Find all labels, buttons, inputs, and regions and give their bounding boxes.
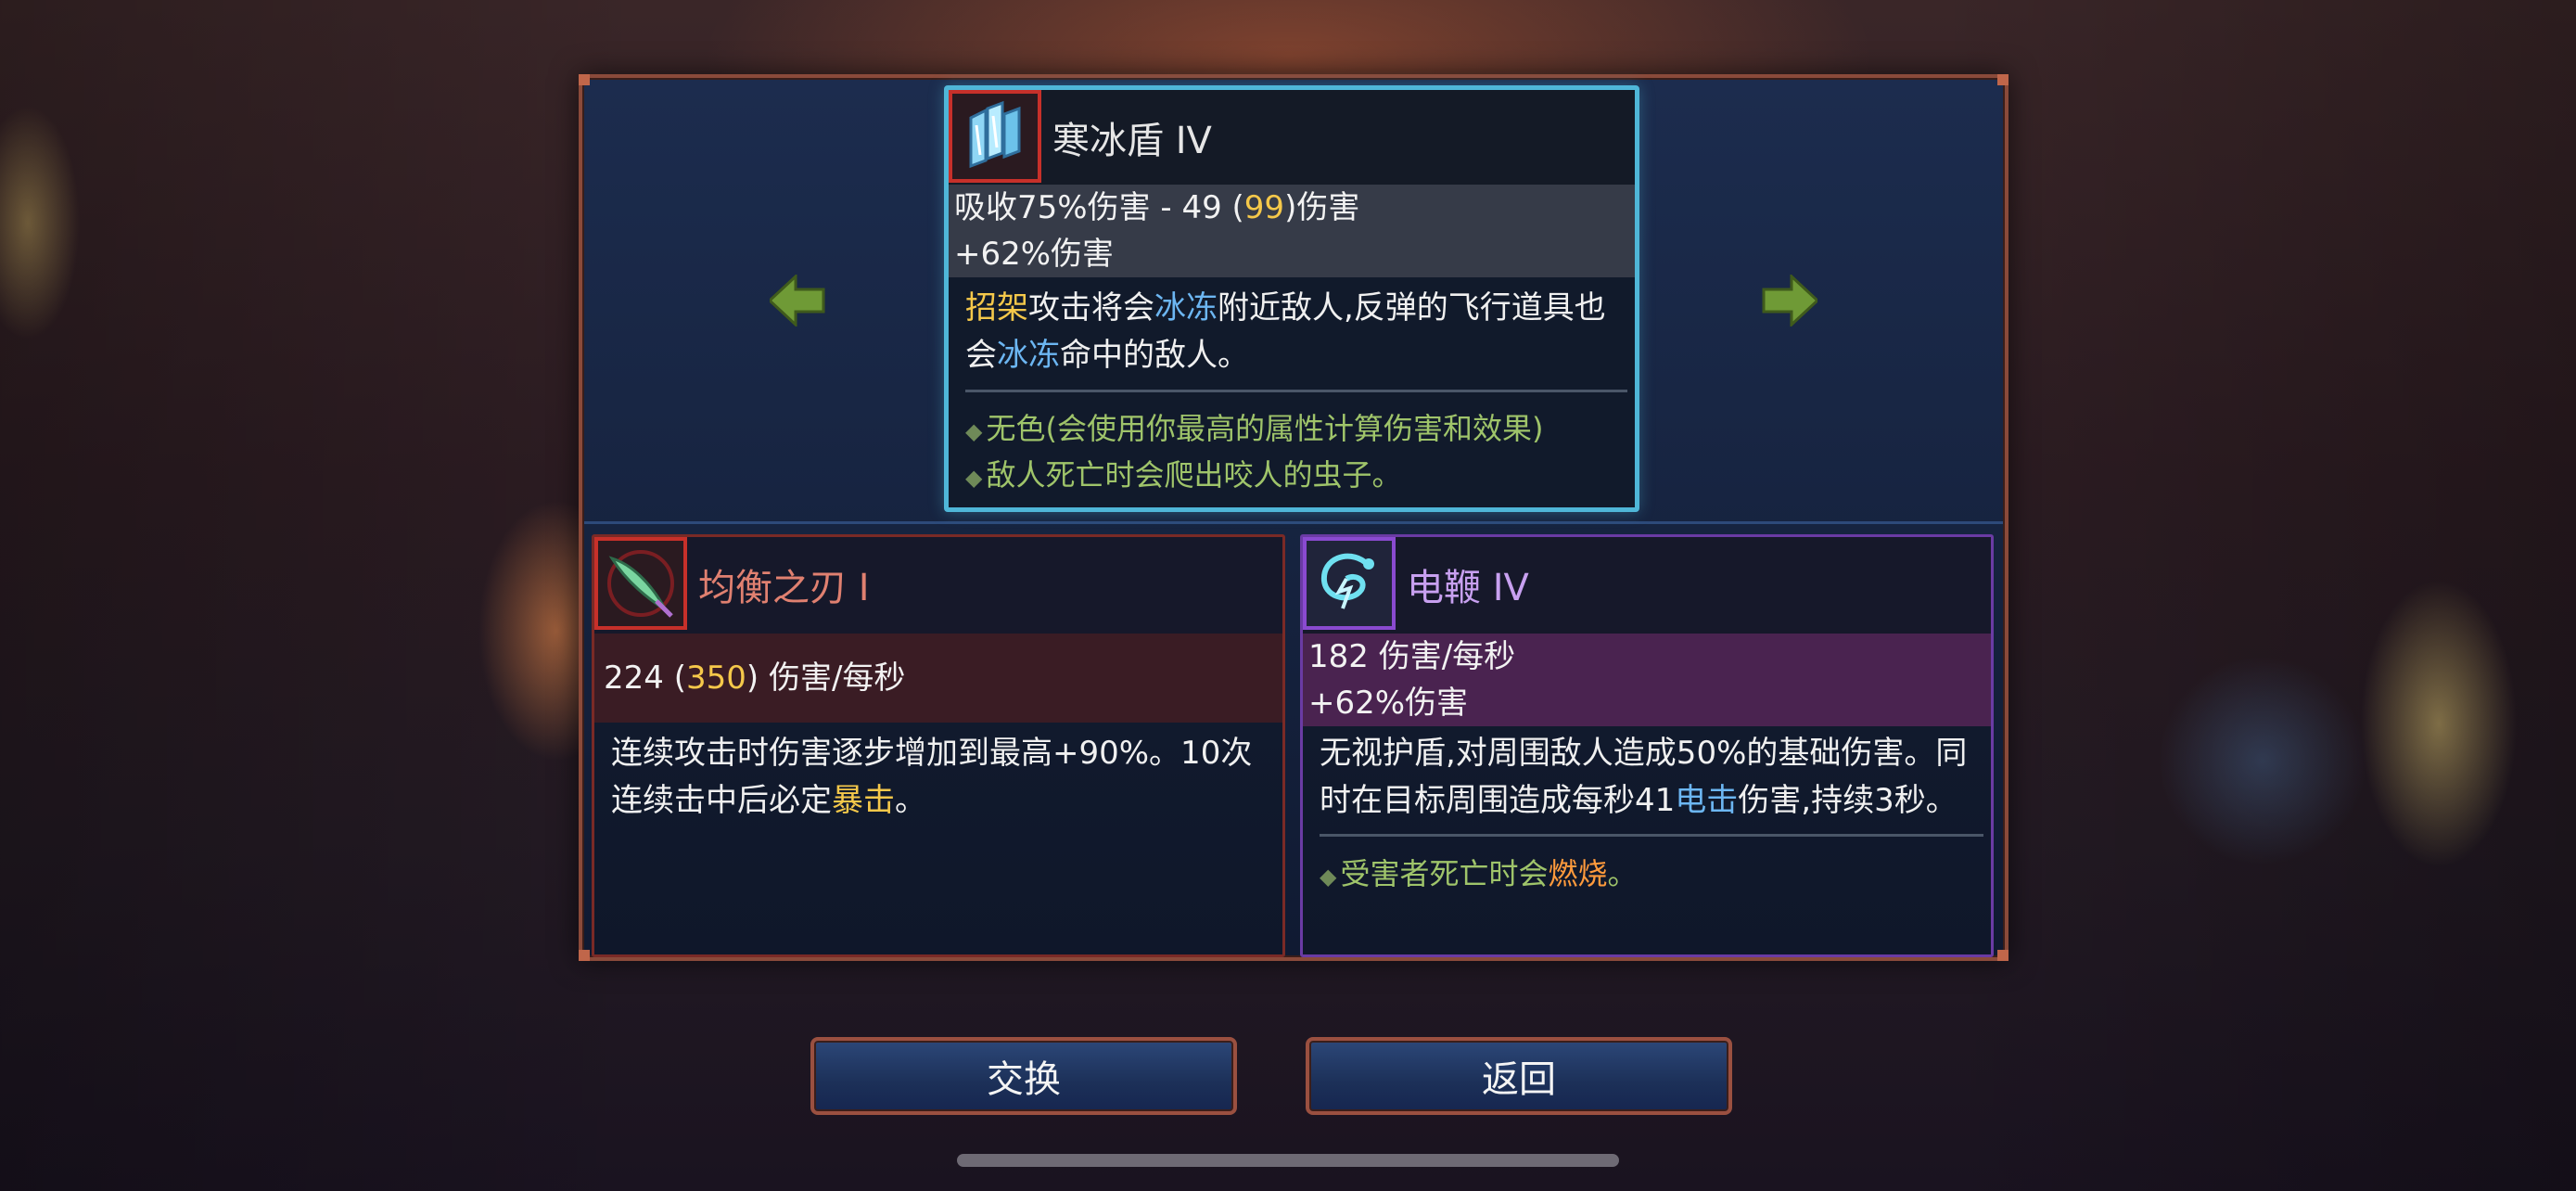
- item-name: 电鞭 IV: [1407, 567, 1529, 609]
- item-header: 寒冰盾 IV: [949, 90, 1635, 185]
- item-description: 无视护盾,对周围敌人造成50%的基础伤害。同时在目标周围造成每秒41电击伤害,持…: [1320, 735, 1968, 819]
- item-stats: 182 伤害/每秒 +62%伤害: [1303, 634, 1991, 726]
- swap-button[interactable]: 交换: [810, 1037, 1237, 1115]
- current-item-card-left: 均衡之刃 I 224 (350) 伤害/每秒 连续攻击时伤害逐步增加到最高+90…: [592, 534, 1285, 957]
- item-stats: 吸收75%伤害 - 49 (99)伤害 +62%伤害: [949, 185, 1635, 277]
- affix-line: ◆ 受害者死亡时会燃烧。: [1320, 856, 1638, 891]
- home-indicator[interactable]: [957, 1154, 1619, 1167]
- arrow-right-icon[interactable]: [1762, 275, 1817, 327]
- arrow-left-icon[interactable]: [770, 275, 825, 327]
- item-header: 电鞭 IV: [1303, 537, 1991, 634]
- electric-whip-icon: [1303, 537, 1396, 630]
- stat-line: 224 (350) 伤害/每秒: [604, 660, 906, 697]
- divider: [1320, 834, 1983, 837]
- stat-line: +62%伤害: [1308, 685, 1469, 722]
- item-description: 连续攻击时伤害逐步增加到最高+90%。10次连续击中后必定暴击。: [611, 735, 1253, 819]
- stat-line: +62%伤害: [954, 236, 1115, 273]
- item-description: 招架攻击将会冰冻附近敌人,反弹的飞行道具也会冰冻命中的敌人。: [965, 289, 1606, 374]
- ice-shield-icon: [949, 90, 1041, 183]
- item-name: 寒冰盾 IV: [1052, 120, 1212, 162]
- item-name: 均衡之刃 I: [698, 567, 870, 609]
- stat-line: 吸收75%伤害 - 49 (99)伤害: [954, 189, 1360, 226]
- divider: [965, 390, 1627, 392]
- balanced-blade-icon: [594, 537, 687, 630]
- current-item-card-right: 电鞭 IV 182 伤害/每秒 +62%伤害 无视护盾,对周围敌人造成50%的基…: [1300, 534, 1994, 957]
- back-button[interactable]: 返回: [1306, 1037, 1732, 1115]
- affix-line: ◆ 敌人死亡时会爬出咬人的虫子。: [965, 457, 1402, 493]
- stat-line: 182 伤害/每秒: [1308, 638, 1516, 675]
- new-item-card: 寒冰盾 IV 吸收75%伤害 - 49 (99)伤害 +62%伤害 招架攻击将会…: [944, 85, 1639, 512]
- item-header: 均衡之刃 I: [594, 537, 1282, 634]
- panel-divider: [584, 521, 2003, 524]
- item-stats: 224 (350) 伤害/每秒: [594, 634, 1282, 723]
- affix-line: ◆ 无色(会使用你最高的属性计算伤害和效果): [965, 411, 1544, 446]
